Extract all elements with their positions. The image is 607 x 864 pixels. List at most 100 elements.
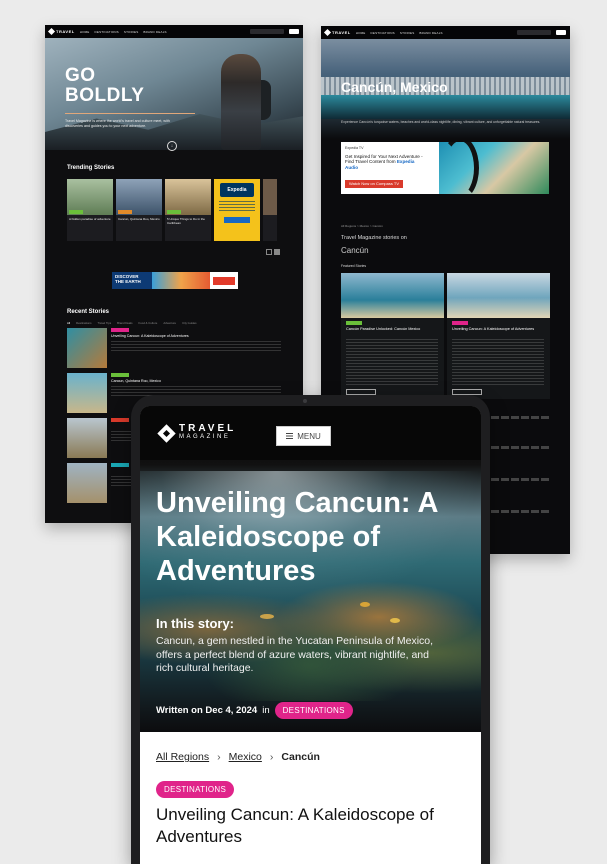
hero-title: Cancún, Mexico <box>341 79 448 95</box>
banner-ad-image <box>152 272 210 289</box>
diamond-logo-icon <box>157 423 176 443</box>
filter-tab[interactable]: Food & Culture <box>139 321 158 325</box>
chevron-right-icon: › <box>217 751 221 763</box>
featured-card[interactable]: Cancún Paradise Unlocked: Cancún Mexico <box>341 273 444 399</box>
trending-title: Trending Stories <box>67 165 115 171</box>
search-input[interactable] <box>250 29 284 34</box>
carousel-prev-icon[interactable] <box>266 249 272 255</box>
search-button[interactable] <box>556 30 566 35</box>
expedia-logo: Expedia <box>220 183 254 197</box>
logo[interactable]: TRAVEL <box>47 27 75 36</box>
nav-link-destinations[interactable]: DESTINATIONS <box>95 30 119 34</box>
expedia-tv-ad[interactable]: Expedia TV Get Inspired for Your Next Ad… <box>341 142 549 194</box>
category-pill[interactable]: DESTINATIONS <box>156 781 235 798</box>
nav-link-brand-deals[interactable]: BRAND DEALS <box>419 31 442 35</box>
scroll-down-icon[interactable]: ↓ <box>167 141 177 151</box>
watch-now-button[interactable]: Watch Now on Compass TV <box>345 180 403 188</box>
category-badge <box>346 321 362 325</box>
diamond-logo-icon <box>323 28 332 37</box>
trending-card[interactable]: Cancun, Quintana Roo, Mexico <box>116 179 162 241</box>
trending-card-partial[interactable] <box>263 179 277 241</box>
recent-title: Recent Stories <box>67 309 110 315</box>
category-pill[interactable]: DESTINATIONS <box>274 702 353 719</box>
banner-ad[interactable]: DISCOVER THE EARTH <box>112 272 238 289</box>
breadcrumb[interactable]: All Regions > Mexico > Cancún <box>341 224 383 228</box>
category-badge <box>118 210 132 214</box>
featured-heading: Featured Stories <box>341 264 367 268</box>
breadcrumb: All Regions › Mexico › Cancún <box>156 751 320 763</box>
category-badge <box>452 321 468 325</box>
carousel-next-icon[interactable] <box>274 249 280 255</box>
hero-divider <box>65 113 195 114</box>
category-badge <box>111 328 129 332</box>
nav-link-brand-deals[interactable]: BRAND DEALS <box>143 30 166 34</box>
nav-link-home[interactable]: HOME <box>80 30 90 34</box>
nav-link-stories[interactable]: STORIES <box>124 30 139 34</box>
logo[interactable]: TRAVEL MAGAZINE <box>157 423 236 443</box>
top-nav: TRAVEL HOME DESTINATIONS STORIES BRAND D… <box>45 25 303 38</box>
filter-tab[interactable]: Adventure <box>163 321 176 325</box>
list-item-thumb <box>67 373 107 413</box>
filter-tab[interactable]: All <box>67 321 70 325</box>
publish-date: Written on Dec 4, 2024 <box>156 705 258 716</box>
category-badge <box>69 210 83 214</box>
diamond-logo-icon <box>47 27 56 36</box>
category-badge <box>167 210 181 214</box>
place-name: Cancún <box>341 246 369 255</box>
list-divider <box>491 416 551 419</box>
search-button[interactable] <box>289 29 299 34</box>
chevron-right-icon: › <box>269 751 274 763</box>
camera-icon <box>303 399 307 403</box>
menu-button[interactable]: MENU <box>276 426 331 446</box>
nav-link-destinations[interactable]: DESTINATIONS <box>371 31 395 35</box>
tablet-screen: TRAVEL MAGAZINE MENU Unveiling Cancun: A… <box>140 406 481 864</box>
list-item[interactable]: Unveiling Cancun: A Kaleidoscope of Adve… <box>67 328 287 373</box>
search-input[interactable] <box>517 30 551 35</box>
filter-tab[interactable]: Destinations <box>76 321 91 325</box>
expedia-ad-card[interactable]: Expedia <box>214 179 260 241</box>
logo[interactable]: TRAVEL <box>323 28 351 37</box>
breadcrumb-current: Cancún <box>281 751 320 763</box>
ad-button[interactable] <box>224 217 250 223</box>
list-divider <box>491 446 551 449</box>
list-item-thumb <box>67 463 107 503</box>
category-badge <box>111 418 129 422</box>
trending-card[interactable]: 5 Unique Things to Do in the Caribbean <box>165 179 211 241</box>
fish-image <box>260 614 274 619</box>
list-divider <box>491 478 551 481</box>
fish-image <box>360 602 370 607</box>
list-item-thumb <box>67 418 107 458</box>
category-badge <box>111 463 129 467</box>
featured-card[interactable]: Unveiling Cancun: A Kaleidoscope of Adve… <box>447 273 550 399</box>
hero-banner: GO BOLDLY Travel Magazine is where the wo… <box>45 38 303 151</box>
list-divider <box>491 510 551 513</box>
trending-card[interactable]: A hidden paradise of adventure <box>67 179 113 241</box>
swoosh-graphic <box>441 142 479 194</box>
filter-tab[interactable]: Travel Tips <box>98 321 112 325</box>
nav-link-home[interactable]: HOME <box>356 31 366 35</box>
hero-description: Travel Magazine is where the world's tra… <box>65 119 170 128</box>
banner-ad-button[interactable] <box>213 276 235 285</box>
hero-title: GO BOLDLY <box>65 65 145 106</box>
hamburger-icon <box>286 433 294 439</box>
top-nav: TRAVEL HOME DESTINATIONS STORIES BRAND D… <box>321 26 570 39</box>
recent-filters: All Destinations Travel Tips Brand Deals… <box>67 321 197 325</box>
filter-tab[interactable]: Brand Deals <box>117 321 132 325</box>
featured-card-image <box>341 273 444 318</box>
trending-carousel: A hidden paradise of adventure Cancun, Q… <box>67 179 277 241</box>
sea-image <box>321 95 570 119</box>
category-badge <box>111 373 129 377</box>
article-meta: Written on Dec 4, 2024 in DESTINATIONS <box>156 702 353 719</box>
article-subtitle: Unveiling Cancun: A Kaleidoscope of Adve… <box>156 805 434 846</box>
featured-card-image <box>447 273 550 318</box>
story-summary: Cancun, a gem nestled in the Yucatan Pen… <box>156 635 434 674</box>
tablet-device: TRAVEL MAGAZINE MENU Unveiling Cancun: A… <box>131 395 490 864</box>
list-item-thumb <box>67 328 107 368</box>
tablet-header: TRAVEL MAGAZINE MENU <box>140 406 481 460</box>
nav-link-stories[interactable]: STORIES <box>400 31 415 35</box>
breadcrumb-mexico[interactable]: Mexico <box>229 751 262 763</box>
breadcrumb-all-regions[interactable]: All Regions <box>156 751 209 763</box>
filter-tab[interactable]: City Guides <box>182 321 196 325</box>
story-label: In this story: <box>156 616 235 631</box>
hiker-image <box>221 54 261 150</box>
